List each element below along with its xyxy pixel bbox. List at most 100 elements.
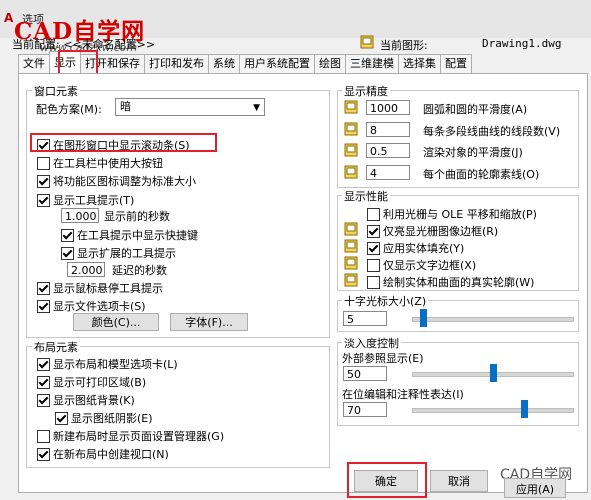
slider-thumb[interactable]	[420, 309, 427, 327]
checkbox-label: 绘制实体和曲面的真实轮廓(W)	[383, 276, 535, 289]
color-scheme-label: 配色方案(M):	[36, 103, 102, 116]
checkbox-page-setup-manager[interactable]: 新建布局时显示页面设置管理器(G)	[37, 428, 224, 444]
slider-thumb[interactable]	[490, 364, 497, 382]
crosshair-size-input[interactable]: 5	[343, 311, 387, 326]
render-smoothness-input[interactable]: 0.5	[366, 143, 410, 158]
tab-drafting[interactable]: 绘图	[314, 54, 346, 73]
tab-user-preferences[interactable]: 用户系统配置	[239, 54, 315, 73]
drawing-label: 当前图形:	[380, 39, 428, 52]
checkbox-raster-frame[interactable]: 仅亮显光栅图像边框(R)	[367, 223, 498, 239]
checkbox-box[interactable]	[37, 193, 50, 207]
checkbox-box[interactable]	[37, 429, 50, 443]
checkbox-true-silhouettes[interactable]: 绘制实体和曲面的真实轮廓(W)	[367, 274, 534, 290]
checkbox-layout-tabs[interactable]: 显示布局和模型选项卡(L)	[37, 356, 178, 372]
checkbox-label: 显示可打印区域(B)	[53, 376, 147, 389]
checkbox-rollover-tooltips[interactable]: 显示鼠标悬停工具提示	[37, 280, 163, 296]
checkbox-file-tabs[interactable]: 显示文件选项卡(S)	[37, 298, 146, 314]
checkbox-solid-fill[interactable]: 应用实体填充(Y)	[367, 240, 464, 256]
tab-system[interactable]: 系统	[208, 54, 240, 73]
checkbox-extended-tooltips[interactable]: 显示扩展的工具提示	[61, 245, 176, 261]
extended-delay-input[interactable]: 2.000	[67, 262, 105, 277]
checkbox-label: 在新布局中创建视口(N)	[53, 448, 169, 461]
checkbox-printable-area[interactable]: 显示可打印区域(B)	[37, 374, 146, 390]
slider-track	[412, 408, 574, 413]
arc-smoothness-input[interactable]: 1000	[366, 100, 410, 115]
checkbox-box[interactable]	[37, 156, 50, 170]
checkbox-label: 显示图纸背景(K)	[53, 394, 135, 407]
drawing-setting-icon	[344, 122, 358, 136]
render-smoothness-label: 渲染对象的平滑度(J)	[423, 146, 523, 159]
checkbox-label: 应用实体填充(Y)	[383, 242, 465, 255]
inplace-fade-input[interactable]: 70	[343, 402, 387, 417]
checkbox-box[interactable]	[37, 299, 50, 313]
drawing-file-icon	[360, 35, 374, 49]
checkbox-paper-shadow[interactable]: 显示图纸阴影(E)	[55, 410, 153, 426]
checkbox-text-frame[interactable]: 仅显示文字边框(X)	[367, 257, 476, 273]
drawing-setting-icon	[344, 222, 358, 236]
tab-profiles[interactable]: 配置	[440, 54, 472, 73]
checkbox-large-buttons[interactable]: 在工具栏中使用大按钮	[37, 155, 163, 171]
fonts-button[interactable]: 字体(F)...	[170, 313, 248, 331]
cancel-button[interactable]: 取消	[430, 470, 488, 492]
profile-label: 当前配置:	[12, 38, 60, 51]
tab-files[interactable]: 文件	[18, 54, 50, 73]
xref-fade-input[interactable]: 50	[343, 366, 387, 381]
checkbox-box[interactable]	[367, 258, 380, 272]
color-scheme-value: 暗	[120, 100, 131, 113]
slider-track	[412, 317, 574, 322]
checkbox-box[interactable]	[367, 224, 380, 238]
chevron-down-icon: ▼	[253, 103, 260, 113]
checkbox-box[interactable]	[37, 447, 50, 461]
arc-smoothness-label: 圆弧和圆的平滑度(A)	[423, 103, 528, 116]
apply-button[interactable]: 应用(A)	[504, 478, 566, 498]
polyline-segments-input[interactable]: 8	[366, 122, 410, 137]
tab-3d-modeling[interactable]: 三维建模	[345, 54, 399, 73]
drawing-setting-icon	[344, 165, 358, 179]
checkbox-box[interactable]	[37, 357, 50, 371]
checkbox-label: 显示图纸阴影(E)	[71, 412, 153, 425]
display-tab-highlight	[58, 50, 98, 75]
checkbox-box[interactable]	[37, 393, 50, 407]
checkbox-box[interactable]	[61, 228, 74, 242]
window-elements-legend: 窗口元素	[32, 83, 80, 99]
color-scheme-select[interactable]: 暗 ▼	[115, 98, 265, 116]
inplace-fade-slider[interactable]	[412, 400, 574, 418]
checkbox-paper-background[interactable]: 显示图纸背景(K)	[37, 392, 135, 408]
ok-button-highlight	[347, 462, 427, 498]
checkbox-label: 仅亮显光栅图像边框(R)	[383, 225, 499, 238]
checkbox-tooltips[interactable]: 显示工具提示(T)	[37, 192, 134, 208]
contour-lines-label: 每个曲面的轮廓素线(O)	[423, 168, 540, 181]
checkbox-tooltip-shortcut[interactable]: 在工具提示中显示快捷键	[61, 227, 198, 243]
checkbox-label: 仅显示文字边框(X)	[383, 259, 477, 272]
checkbox-ribbon-icons[interactable]: 将功能区图标调整为标准大小	[37, 173, 196, 189]
checkbox-box[interactable]	[37, 281, 50, 295]
checkbox-label: 显示布局和模型选项卡(L)	[53, 358, 178, 371]
tab-selection[interactable]: 选择集	[398, 54, 441, 73]
checkbox-label: 将功能区图标调整为标准大小	[53, 175, 196, 188]
drawing-value: Drawing1.dwg	[482, 37, 562, 50]
slider-thumb[interactable]	[521, 400, 528, 418]
checkbox-create-viewport[interactable]: 在新布局中创建视口(N)	[37, 446, 169, 462]
tab-plot-publish[interactable]: 打印和发布	[144, 54, 209, 73]
checkbox-box[interactable]	[55, 411, 68, 425]
app-icon: A	[4, 11, 14, 25]
display-performance-legend: 显示性能	[342, 188, 390, 204]
contour-lines-input[interactable]: 4	[366, 165, 410, 180]
colors-button[interactable]: 颜色(C)...	[73, 313, 159, 331]
checkbox-label: 显示扩展的工具提示	[77, 247, 176, 260]
checkbox-label: 新建布局时显示页面设置管理器(G)	[53, 430, 225, 443]
checkbox-box[interactable]	[367, 275, 380, 289]
crosshair-legend: 十字光标大小(Z)	[342, 293, 429, 309]
checkbox-box[interactable]	[61, 246, 74, 260]
tooltip-delay-input[interactable]: 1.000	[61, 208, 99, 223]
checkbox-box[interactable]	[367, 207, 380, 221]
checkbox-label: 在工具提示中显示快捷键	[77, 229, 198, 242]
extended-delay-label: 延迟的秒数	[112, 264, 167, 277]
checkbox-box[interactable]	[367, 241, 380, 255]
crosshair-size-slider[interactable]	[412, 309, 574, 327]
xref-fade-slider[interactable]	[412, 364, 574, 382]
checkbox-box[interactable]	[37, 375, 50, 389]
checkbox-raster-ole[interactable]: 利用光栅与 OLE 平移和缩放(P)	[367, 206, 537, 222]
checkbox-box[interactable]	[37, 174, 50, 188]
checkbox-label: 显示工具提示(T)	[53, 194, 135, 207]
